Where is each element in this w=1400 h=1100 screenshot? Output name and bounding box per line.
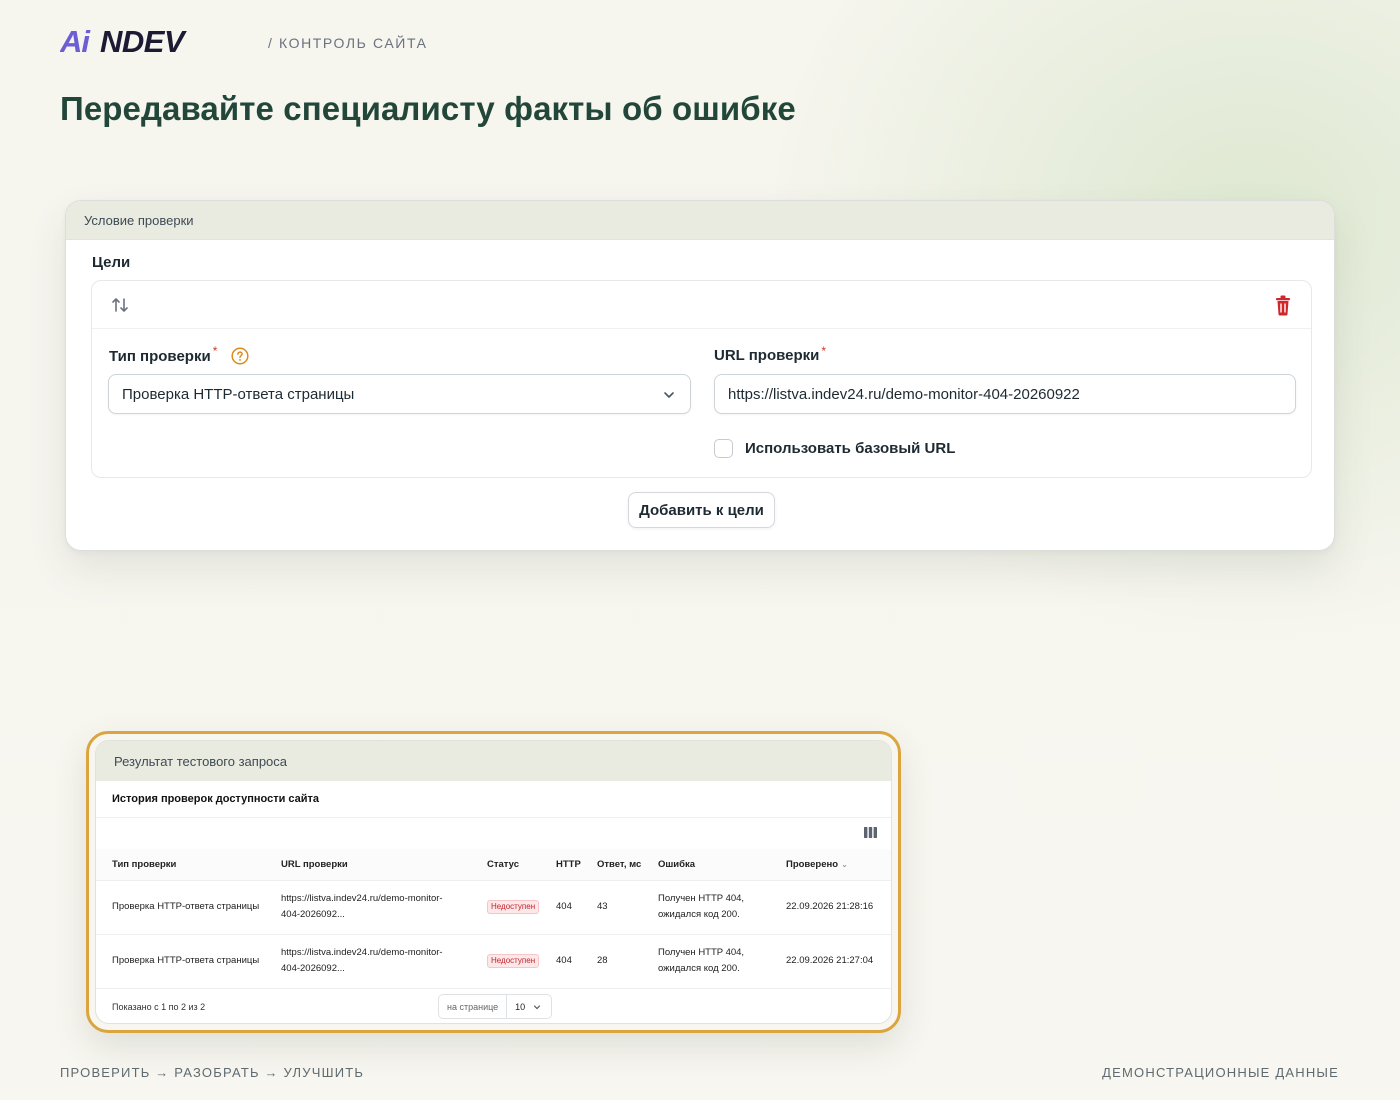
col-url[interactable]: URL проверки	[265, 849, 471, 881]
cell-checked: 22.09.2026 21:27:04	[770, 934, 891, 989]
url-input[interactable]	[714, 374, 1296, 414]
condition-card: Условие проверки Цели Тип проверки * Про…	[65, 200, 1335, 551]
col-http[interactable]: HTTP	[540, 849, 581, 881]
svg-text:Ai: Ai	[60, 26, 91, 56]
table-row[interactable]: Проверка HTTP-ответа страницы https://li…	[96, 934, 891, 989]
cell-error-line2: ожидался код 200.	[658, 909, 740, 920]
goal-item: Тип проверки * Проверка HTTP-ответа стра…	[91, 280, 1312, 478]
per-page-select[interactable]: 10	[507, 1002, 541, 1012]
check-type-label: Тип проверки *	[109, 344, 249, 365]
cell-url-line2: 404-2026092...	[281, 909, 345, 920]
history-title: История проверок доступности сайта	[112, 793, 320, 805]
result-card-header: Результат тестового запроса	[96, 741, 891, 781]
result-highlight-frame: Результат тестового запроса История пров…	[86, 731, 901, 1033]
cell-error-line1: Получен HTTP 404,	[658, 893, 745, 904]
breadcrumb: / КОНТРОЛЬ САЙТА	[268, 34, 428, 51]
cell-ms: 28	[581, 934, 642, 989]
status-badge: Недоступен	[487, 900, 540, 914]
cell-checked: 22.09.2026 21:28:16	[770, 880, 891, 935]
cell-ms: 43	[581, 880, 642, 935]
page-title: Передавайте специалисту факты об ошибке	[60, 90, 796, 127]
cell-url: https://listva.indev24.ru/demo-monitor- 4…	[265, 934, 471, 989]
base-url-label[interactable]: Использовать базовый URL	[745, 440, 955, 457]
check-type-label-text: Тип проверки	[109, 347, 211, 365]
check-type-select[interactable]: Проверка HTTP-ответа страницы	[108, 374, 691, 414]
goal-item-toolbar	[92, 281, 1311, 329]
per-page-label: на странице	[439, 995, 508, 1018]
condition-card-header: Условие проверки	[66, 201, 1334, 240]
check-type-value: Проверка HTTP-ответа страницы	[122, 385, 355, 403]
col-status[interactable]: Статус	[471, 849, 540, 881]
cell-status: Недоступен	[471, 934, 540, 989]
help-icon[interactable]	[231, 347, 249, 365]
divider	[96, 817, 891, 818]
add-to-goal-button[interactable]: Добавить к цели	[628, 492, 775, 528]
cell-error: Получен HTTP 404, ожидался код 200.	[642, 880, 770, 935]
cell-error-line2: ожидался код 200.	[658, 963, 740, 974]
url-label: URL проверки *	[714, 343, 827, 365]
cell-error-line1: Получен HTTP 404,	[658, 947, 745, 958]
cell-http: 404	[540, 880, 581, 935]
url-label-text: URL проверки	[714, 347, 820, 364]
cell-url: https://listva.indev24.ru/demo-monitor- 4…	[265, 880, 471, 935]
cell-http: 404	[540, 934, 581, 989]
status-badge: Недоступен	[487, 954, 540, 968]
goals-label: Цели	[92, 254, 131, 271]
result-card: Результат тестового запроса История пров…	[95, 740, 892, 1024]
cell-error: Получен HTTP 404, ожидался код 200.	[642, 934, 770, 989]
history-table: Тип проверки URL проверки Статус HTTP От…	[96, 849, 891, 989]
col-checked[interactable]: Проверено ⌄	[770, 849, 891, 881]
aindev-logo[interactable]: Ai NDEV	[60, 26, 242, 56]
cell-url-line2: 404-2026092...	[281, 963, 345, 974]
cell-status: Недоступен	[471, 880, 540, 935]
cell-url-line1: https://listva.indev24.ru/demo-monitor-	[281, 893, 443, 904]
chevron-down-icon	[664, 392, 674, 398]
svg-text:NDEV: NDEV	[100, 26, 187, 56]
col-ms[interactable]: Ответ, мс	[581, 849, 642, 881]
per-page-value: 10	[515, 1001, 526, 1012]
required-mark: *	[821, 343, 827, 358]
base-url-option: Использовать базовый URL	[714, 439, 955, 458]
app-header: Ai NDEV / КОНТРОЛЬ САЙТА	[60, 26, 428, 56]
required-mark: *	[212, 344, 218, 358]
col-checked-label: Проверено	[786, 858, 839, 870]
cell-url-line1: https://listva.indev24.ru/demo-monitor-	[281, 947, 443, 958]
per-page-control: на странице 10	[438, 994, 552, 1019]
pagination-summary: Показано с 1 по 2 из 2	[112, 1002, 206, 1012]
cell-type: Проверка HTTP-ответа страницы	[96, 934, 265, 989]
cell-type: Проверка HTTP-ответа страницы	[96, 880, 265, 935]
footer-tagline: ПРОВЕРИТЬ → РАЗОБРАТЬ → УЛУЧШИТЬ	[60, 1065, 365, 1080]
reorder-icon[interactable]	[110, 295, 130, 315]
delete-goal-icon[interactable]	[1273, 294, 1293, 316]
sort-chevron-icon: ⌄	[841, 859, 848, 869]
base-url-checkbox[interactable]	[714, 439, 733, 458]
columns-icon[interactable]	[864, 827, 877, 838]
table-row[interactable]: Проверка HTTP-ответа страницы https://li…	[96, 880, 891, 935]
col-error[interactable]: Ошибка	[642, 849, 770, 881]
table-header-row: Тип проверки URL проверки Статус HTTP От…	[96, 849, 891, 881]
footer-demo-note: ДЕМОНСТРАЦИОННЫЕ ДАННЫЕ	[1102, 1065, 1339, 1080]
chevron-down-icon	[534, 1004, 541, 1009]
col-type[interactable]: Тип проверки	[96, 849, 265, 881]
